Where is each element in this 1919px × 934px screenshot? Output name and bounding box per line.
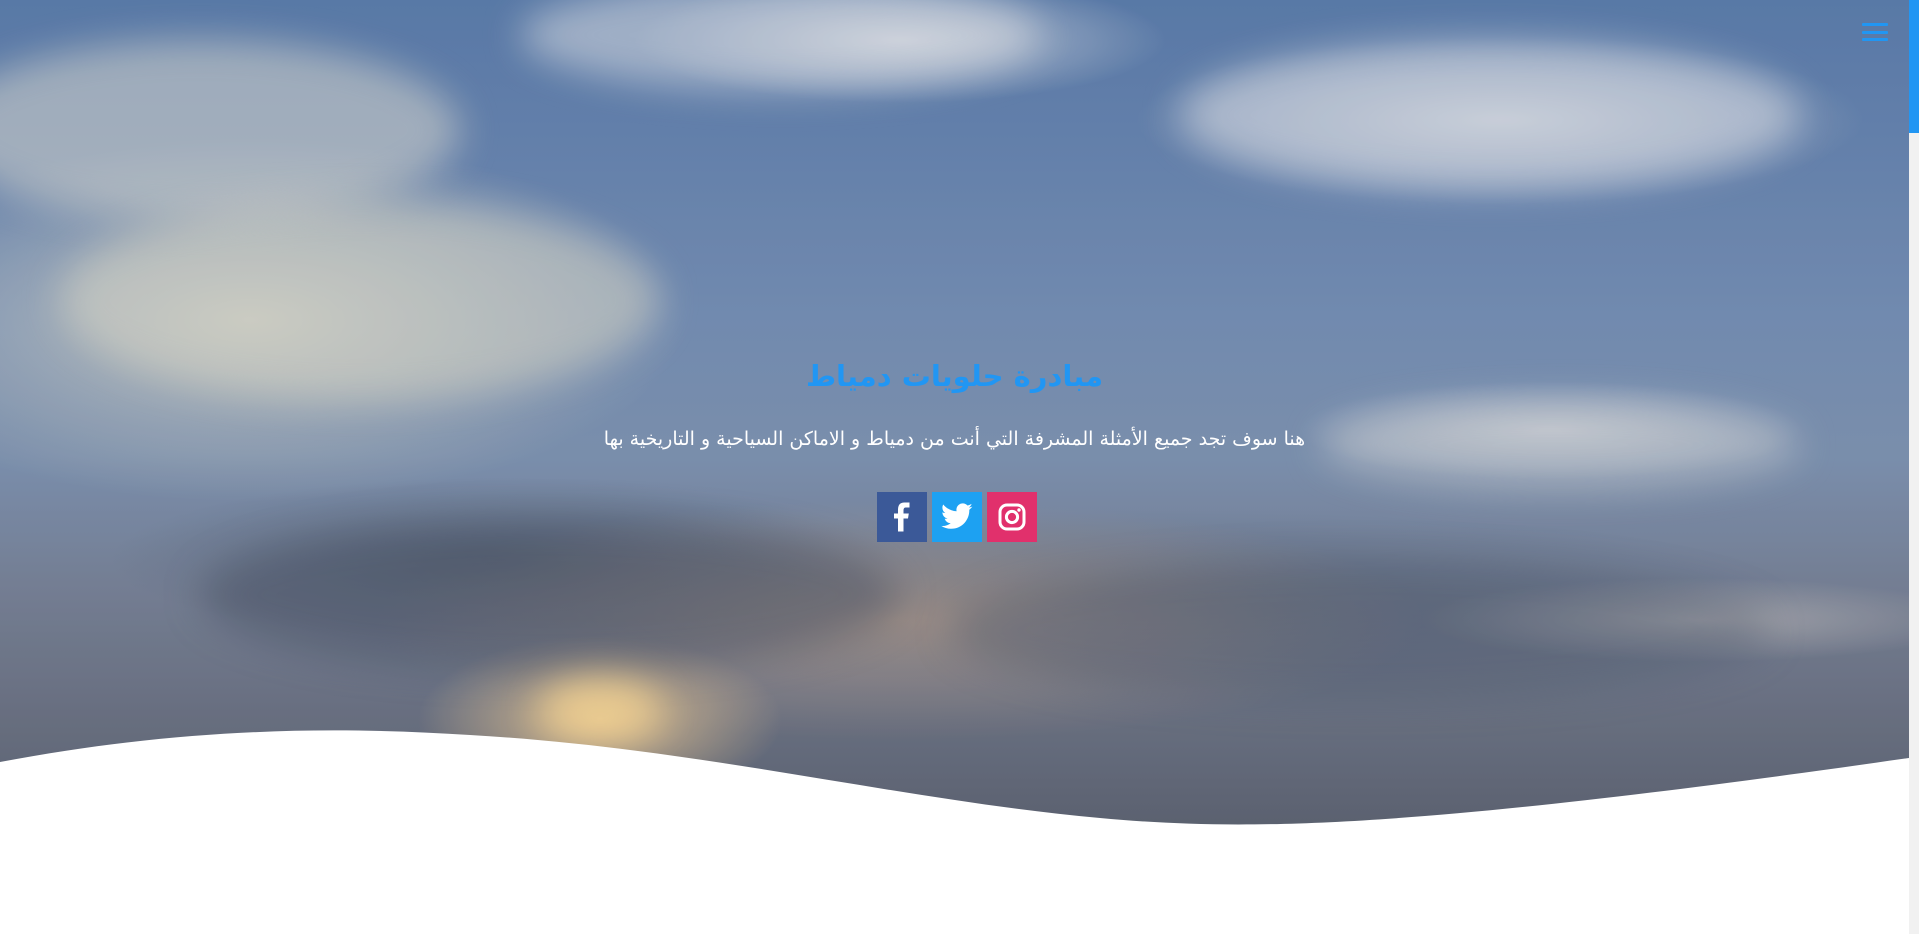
page-scrollbar[interactable] <box>1909 0 1919 934</box>
twitter-button[interactable] <box>932 492 982 542</box>
facebook-icon <box>894 502 910 532</box>
instagram-icon <box>998 503 1026 531</box>
social-links <box>877 492 1037 542</box>
facebook-button[interactable] <box>877 492 927 542</box>
hamburger-menu-icon[interactable] <box>1862 20 1890 44</box>
hero-content: مبادرة حلويات دمياط هنا سوف تجد جميع الأ… <box>0 350 1909 454</box>
hero-subtitle: هنا سوف تجد جميع الأمثلة المشرفة التي أن… <box>603 428 1306 450</box>
wave-divider <box>0 730 1909 934</box>
page: مبادرة حلويات دمياط هنا سوف تجد جميع الأ… <box>0 0 1919 934</box>
menu-bar <box>1862 30 1888 34</box>
twitter-icon <box>941 503 973 529</box>
page-title: مبادرة حلويات دمياط <box>805 359 1104 393</box>
menu-bar <box>1862 23 1888 26</box>
menu-bar <box>1862 38 1888 41</box>
scrollbar-thumb[interactable] <box>1909 0 1919 133</box>
instagram-button[interactable] <box>987 492 1037 542</box>
